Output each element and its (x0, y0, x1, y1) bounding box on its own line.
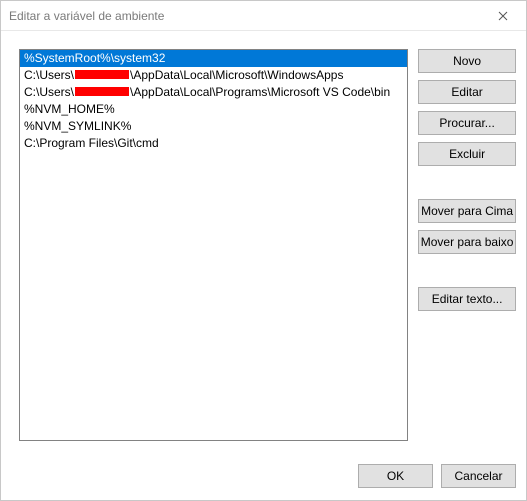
edit-text-button[interactable]: Editar texto... (418, 287, 516, 311)
list-item[interactable]: %NVM_HOME% (20, 101, 407, 118)
list-item-text: C:\Users\ (24, 67, 74, 84)
titlebar: Editar a variável de ambiente (1, 1, 526, 31)
cancel-button[interactable]: Cancelar (441, 464, 516, 488)
close-button[interactable] (480, 1, 526, 31)
list-item-text: C:\Users\ (24, 84, 74, 101)
dialog-footer: OK Cancelar (358, 464, 516, 488)
close-icon (498, 8, 508, 24)
list-item-text: %NVM_HOME% (24, 101, 115, 118)
edit-button[interactable]: Editar (418, 80, 516, 104)
list-item[interactable]: C:\Program Files\Git\cmd (20, 135, 407, 152)
move-down-button[interactable]: Mover para baixo (418, 230, 516, 254)
list-item-text: C:\Program Files\Git\cmd (24, 135, 159, 152)
list-item[interactable]: %NVM_SYMLINK% (20, 118, 407, 135)
move-up-button[interactable]: Mover para Cima (418, 199, 516, 223)
redacted-username (75, 70, 129, 79)
list-item-text: %SystemRoot%\system32 (24, 50, 165, 67)
dialog-content: %SystemRoot%\system32C:\Users\\AppData\L… (1, 31, 526, 500)
list-item[interactable]: %SystemRoot%\system32 (20, 50, 407, 67)
list-item-text: \AppData\Local\Programs\Microsoft VS Cod… (130, 84, 390, 101)
list-item-text: \AppData\Local\Microsoft\WindowsApps (130, 67, 343, 84)
ok-button[interactable]: OK (358, 464, 433, 488)
path-listbox[interactable]: %SystemRoot%\system32C:\Users\\AppData\L… (19, 49, 408, 441)
delete-button[interactable]: Excluir (418, 142, 516, 166)
redacted-username (75, 87, 129, 96)
sidebar-buttons: Novo Editar Procurar... Excluir Mover pa… (418, 49, 516, 441)
list-item-text: %NVM_SYMLINK% (24, 118, 131, 135)
list-item[interactable]: C:\Users\ \AppData\Local\Microsoft\Window… (20, 67, 407, 84)
window-title: Editar a variável de ambiente (9, 9, 480, 23)
new-button[interactable]: Novo (418, 49, 516, 73)
list-item[interactable]: C:\Users\ \AppData\Local\Programs\Microso… (20, 84, 407, 101)
browse-button[interactable]: Procurar... (418, 111, 516, 135)
